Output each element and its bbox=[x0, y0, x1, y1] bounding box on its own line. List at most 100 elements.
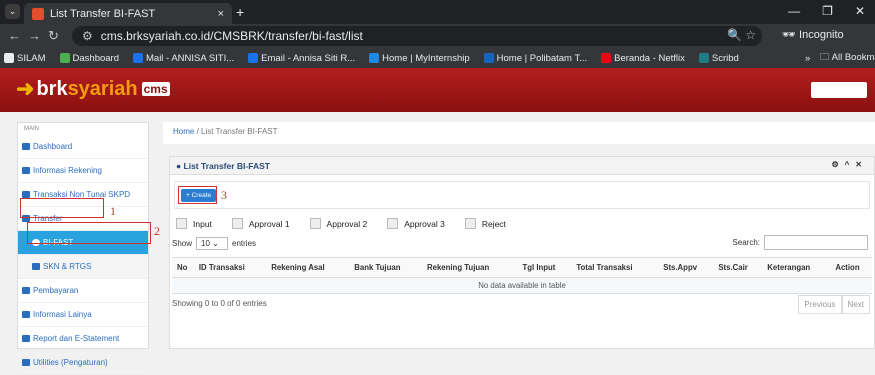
sidebar-item-label: Pembayaran bbox=[33, 286, 79, 295]
filter-label: Approval 1 bbox=[248, 218, 290, 229]
bookmark-label: Beranda - Netflix bbox=[614, 52, 685, 64]
browser-tab-strip: ⌄ List Transfer BI-FAST × + — ❐ ✕ bbox=[0, 0, 875, 24]
card-icon bbox=[22, 287, 30, 294]
column-header[interactable]: Sts.Cair bbox=[713, 257, 763, 278]
column-header[interactable]: Keterangan bbox=[762, 257, 831, 278]
minimize-icon[interactable]: — bbox=[788, 4, 800, 18]
filter-checkbox[interactable] bbox=[309, 218, 321, 229]
filter-checkbox[interactable] bbox=[176, 218, 187, 229]
panel-controls[interactable]: ⚙^✕ bbox=[831, 160, 868, 169]
bookmark-favicon-icon bbox=[483, 53, 494, 63]
tab-search-icon[interactable]: ⌄ bbox=[5, 4, 20, 19]
column-header[interactable]: Sts.Appv bbox=[658, 257, 714, 278]
sidebar-item-utilities[interactable]: Utilities (Pengaturan) bbox=[18, 351, 148, 375]
bookmark-item[interactable]: SILAM bbox=[4, 53, 46, 64]
column-header[interactable]: No bbox=[172, 257, 194, 278]
filter-label: Approval 3 bbox=[404, 218, 445, 229]
entries-length: Show 10 ⌄ entries bbox=[172, 237, 256, 250]
bookmark-label: Email - Annisa Siti R... bbox=[261, 52, 356, 64]
sidebar-item-label: Report dan E-Statement bbox=[33, 334, 120, 343]
brk-logo[interactable]: ➜ brk syariah cms bbox=[16, 76, 170, 102]
print-icon bbox=[22, 335, 30, 342]
bookmark-favicon-icon bbox=[369, 53, 380, 63]
app-header: ➜ brk syariah cms bbox=[0, 68, 875, 112]
reload-icon[interactable]: ↻ bbox=[48, 28, 59, 44]
favicon-icon bbox=[32, 7, 44, 20]
sidebar-section-label: MAIN bbox=[24, 126, 39, 132]
zoom-bookmark-icons[interactable]: 🔍 ☆ bbox=[727, 28, 756, 42]
filter-checkbox[interactable] bbox=[464, 218, 476, 229]
create-bar: + Create bbox=[174, 181, 870, 209]
bookmark-item[interactable]: Beranda - Netflix bbox=[601, 53, 685, 64]
close-window-icon[interactable]: ✕ bbox=[855, 4, 865, 18]
bookmark-item[interactable]: Home | Polibatam T... bbox=[483, 53, 587, 64]
logo-text-cms: cms bbox=[141, 82, 170, 96]
new-tab-button[interactable]: + bbox=[236, 4, 244, 20]
bookmarks-more-icon[interactable]: » bbox=[805, 53, 810, 64]
column-header[interactable]: Rekening Tujuan bbox=[421, 257, 518, 278]
sidebar-item-pembayaran[interactable]: Pembayaran bbox=[18, 279, 148, 303]
column-header[interactable]: Bank Tujuan bbox=[349, 257, 422, 278]
cart-icon bbox=[22, 191, 30, 198]
entries-select[interactable]: 10 ⌄ bbox=[196, 237, 229, 250]
filter-reject[interactable]: Reject bbox=[464, 218, 506, 229]
logo-text-syariah: syariah bbox=[67, 77, 138, 100]
previous-button[interactable]: Previous bbox=[798, 295, 842, 314]
annotation-box-create bbox=[178, 186, 217, 204]
bookmark-label: SILAM bbox=[17, 52, 46, 64]
maximize-icon[interactable]: ❐ bbox=[822, 4, 833, 18]
url-text: cms.brksyariah.co.id/CMSBRK/transfer/bi-… bbox=[100, 29, 363, 43]
url-bar[interactable]: ⚙ cms.brksyariah.co.id/CMSBRK/transfer/b… bbox=[72, 26, 762, 46]
filter-label: Approval 2 bbox=[326, 218, 368, 229]
filter-approval-1[interactable]: Approval 1 bbox=[231, 218, 290, 229]
site-info-icon[interactable]: ⚙ bbox=[82, 29, 93, 43]
bookmarks-bar: SILAM Dashboard Mail - ANNISA SITI... Email… bbox=[0, 48, 875, 68]
annotation-number: 1 bbox=[110, 204, 116, 218]
sidebar-item-skn-rtgs[interactable]: SKN & RTGS bbox=[18, 255, 148, 279]
filter-input[interactable]: Input bbox=[176, 218, 212, 229]
column-header[interactable]: Action bbox=[830, 257, 872, 278]
sidebar-item-informasi-lainya[interactable]: Informasi Lainya bbox=[18, 303, 148, 327]
bookmark-item[interactable]: Mail - ANNISA SITI... bbox=[133, 53, 234, 64]
sidebar-item-dashboard[interactable]: Dashboard bbox=[18, 135, 148, 159]
all-bookmarks-button[interactable]: 🗀 All Bookmarks bbox=[820, 50, 875, 66]
book-icon bbox=[22, 359, 30, 366]
column-header[interactable]: ID Transaksi bbox=[193, 257, 267, 278]
bookmark-label: Mail - ANNISA SITI... bbox=[146, 52, 235, 64]
search-input[interactable] bbox=[764, 235, 868, 250]
entries-value: 10 bbox=[201, 239, 210, 248]
home-icon bbox=[22, 143, 30, 150]
filter-approval-2[interactable]: Approval 2 bbox=[309, 218, 368, 229]
show-label: Show bbox=[172, 239, 193, 248]
filter-checkbox[interactable] bbox=[387, 218, 399, 229]
forward-icon[interactable]: → bbox=[28, 28, 41, 43]
search-icon bbox=[22, 167, 30, 174]
bookmark-item[interactable]: Dashboard bbox=[59, 52, 119, 64]
column-header[interactable]: Total Transaksi bbox=[571, 257, 659, 278]
close-tab-icon[interactable]: × bbox=[218, 8, 224, 20]
column-header[interactable]: Tgl Input bbox=[517, 257, 572, 278]
table-info: Showing 0 to 0 of 0 entries bbox=[172, 299, 267, 308]
table-search: Search: bbox=[732, 235, 868, 250]
bookmark-favicon-icon bbox=[601, 53, 612, 63]
bookmark-label: Home | MyInternship bbox=[382, 52, 470, 64]
window-controls: — ❐ ✕ bbox=[788, 4, 865, 18]
bookmark-favicon-icon bbox=[133, 53, 143, 63]
filter-checkbox[interactable] bbox=[231, 218, 243, 229]
bookmark-item[interactable]: Home | MyInternship bbox=[369, 52, 470, 64]
column-header[interactable]: Rekening Asal bbox=[266, 257, 350, 278]
bookmark-item[interactable]: Email - Annisa Siti R... bbox=[248, 53, 355, 64]
annotation-box-bi-fast bbox=[27, 222, 151, 244]
bookmark-favicon-icon bbox=[248, 53, 259, 63]
filter-approval-3[interactable]: Approval 3 bbox=[387, 218, 445, 229]
bookmark-label: Dashboard bbox=[72, 52, 119, 64]
bookmark-label: Scribd bbox=[711, 52, 739, 64]
next-button[interactable]: Next bbox=[841, 295, 870, 314]
back-icon[interactable]: ← bbox=[8, 28, 21, 43]
bookmark-item[interactable]: Scribd bbox=[698, 52, 739, 64]
user-menu[interactable] bbox=[811, 82, 867, 98]
browser-tab[interactable]: List Transfer BI-FAST × bbox=[24, 3, 232, 24]
sidebar-item-informasi-rekening[interactable]: Informasi Rekening bbox=[18, 159, 148, 183]
sidebar-item-report[interactable]: Report dan E-Statement bbox=[18, 327, 148, 351]
breadcrumb-home[interactable]: Home bbox=[173, 127, 194, 136]
